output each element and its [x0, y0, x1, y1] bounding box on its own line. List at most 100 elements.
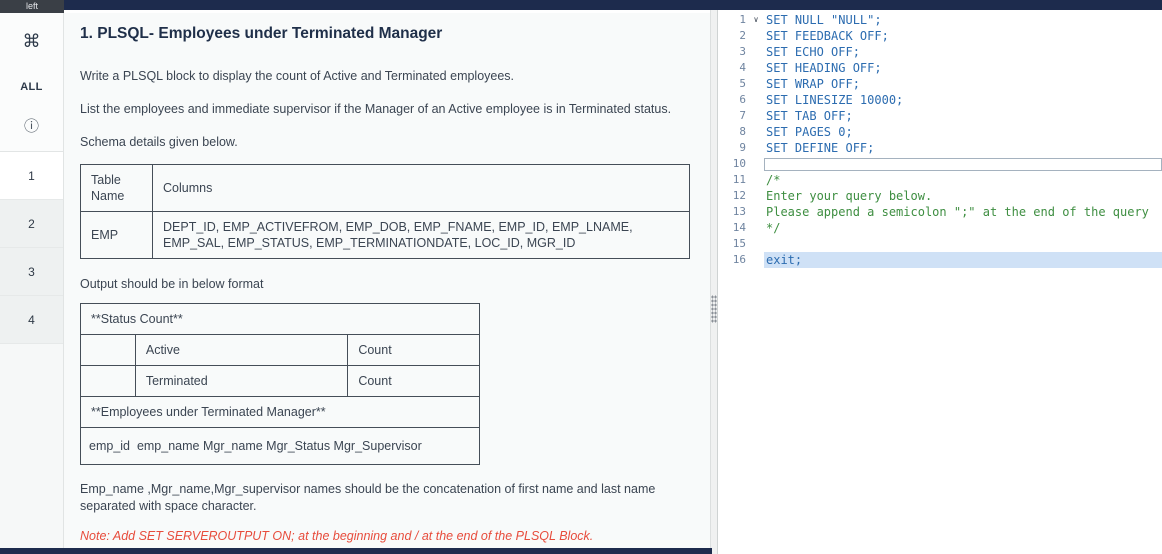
top-bar: [0, 0, 1162, 10]
sidebar-top: ⌘ ALL ⓘ: [0, 13, 63, 151]
output-format-table: **Status Count** Active Count Terminated…: [80, 303, 480, 465]
editor-line-11[interactable]: 11 /*: [718, 172, 1162, 188]
splitter-grip-icon[interactable]: [711, 295, 717, 323]
table-cell: EMP: [80, 211, 153, 259]
fold-gutter-spacer: [748, 60, 764, 76]
question-paragraph: Schema details given below.: [80, 135, 238, 149]
sidebar-item-all[interactable]: ALL: [0, 81, 63, 93]
table-cell: Active: [134, 334, 349, 366]
sidebar-item-2[interactable]: 2: [0, 200, 63, 248]
code-text: SET DEFINE OFF;: [766, 141, 875, 155]
editor-line-14[interactable]: 14 */: [718, 220, 1162, 236]
code-text: SET WRAP OFF;: [766, 77, 860, 91]
editor-line-12[interactable]: 12 Enter your query below.: [718, 188, 1162, 204]
editor-line-4[interactable]: 4 SET HEADING OFF;: [718, 60, 1162, 76]
fold-gutter-spacer: [748, 236, 764, 252]
editor-line-3[interactable]: 3 SET ECHO OFF;: [718, 44, 1162, 60]
fold-gutter-spacer: [748, 124, 764, 140]
code-text: SET FEEDBACK OFF;: [766, 29, 889, 43]
table-cell: Count: [347, 365, 480, 397]
editor-line-1[interactable]: 1 ∨ SET NULL "NULL";: [718, 12, 1162, 28]
code-editor[interactable]: 1 ∨ SET NULL "NULL"; 2 SET FEEDBACK OFF; 3 SET…: [718, 10, 1162, 554]
fold-gutter-spacer: [748, 108, 764, 124]
table-header-cell: Table Name: [80, 164, 153, 212]
table-cell: **Employees under Terminated Manager**: [80, 396, 480, 428]
table-cell: Terminated: [134, 365, 349, 397]
fold-gutter-spacer: [748, 252, 764, 268]
table-cell: emp_id emp_name Mgr_name Mgr_Status Mgr_…: [80, 427, 480, 465]
command-icon[interactable]: ⌘: [0, 31, 63, 51]
line-number: 6: [739, 93, 746, 106]
schema-table: Table Name Columns EMP DEPT_ID, EMP_ACTI…: [80, 164, 690, 259]
output-format-intro: Output should be in below format: [80, 277, 264, 291]
editor-line-16[interactable]: 16 exit;: [718, 252, 1162, 268]
question-paragraph: Write a PLSQL block to display the count…: [80, 69, 515, 83]
fold-gutter-spacer: [748, 140, 764, 156]
table-row: Active Count: [80, 334, 480, 366]
editor-line-15[interactable]: 15: [718, 236, 1162, 252]
line-number: 4: [739, 61, 746, 74]
line-number: 3: [739, 45, 746, 58]
line-number: 14: [732, 221, 746, 234]
code-text: exit;: [764, 252, 1162, 268]
fold-gutter-spacer: [748, 76, 764, 92]
table-cell: DEPT_ID, EMP_ACTIVEFROM, EMP_DOB, EMP_FN…: [152, 211, 690, 259]
table-cell: [80, 334, 136, 366]
sidebar-items: 1234: [0, 151, 63, 344]
editor-lines: 1 ∨ SET NULL "NULL"; 2 SET FEEDBACK OFF; 3 SET…: [718, 12, 1162, 268]
fold-gutter-spacer: [748, 156, 764, 172]
line-number: 15: [732, 237, 746, 250]
fold-gutter-spacer: [748, 28, 764, 44]
bottom-bar: [0, 548, 712, 554]
code-text: SET HEADING OFF;: [766, 61, 882, 75]
sidebar-item-1[interactable]: 1: [0, 152, 63, 200]
line-number: 16: [732, 253, 746, 266]
code-text: [764, 157, 1162, 171]
sidebar-item-3[interactable]: 3: [0, 248, 63, 296]
line-number: 8: [739, 125, 746, 138]
editor-line-10[interactable]: 10: [718, 156, 1162, 172]
editor-line-9[interactable]: 9 SET DEFINE OFF;: [718, 140, 1162, 156]
table-row: emp_id emp_name Mgr_name Mgr_Status Mgr_…: [80, 427, 480, 465]
table-header-cell: Columns: [152, 164, 690, 212]
table-row: EMP DEPT_ID, EMP_ACTIVEFROM, EMP_DOB, EM…: [80, 211, 690, 259]
editor-line-7[interactable]: 7 SET TAB OFF;: [718, 108, 1162, 124]
editor-line-5[interactable]: 5 SET WRAP OFF;: [718, 76, 1162, 92]
code-text: SET LINESIZE 10000;: [766, 93, 904, 107]
code-text: SET NULL "NULL";: [766, 13, 882, 27]
question-title: 1. PLSQL- Employees under Terminated Man…: [80, 25, 443, 42]
table-cell: [80, 365, 136, 397]
info-icon[interactable]: ⓘ: [0, 119, 63, 135]
code-text: */: [766, 221, 781, 235]
editor-line-13[interactable]: 13 Please append a semicolon ";" at the e…: [718, 204, 1162, 220]
panel-splitter[interactable]: [710, 10, 718, 554]
line-number: 7: [739, 109, 746, 122]
line-number: 9: [739, 141, 746, 154]
code-text: SET PAGES 0;: [766, 125, 853, 139]
table-row: **Status Count**: [80, 303, 480, 335]
sidebar-item-4[interactable]: 4: [0, 296, 63, 344]
editor-line-6[interactable]: 6 SET LINESIZE 10000;: [718, 92, 1162, 108]
fold-gutter-spacer: [748, 44, 764, 60]
code-text: Enter your query below.: [766, 189, 933, 203]
table-cell: Count: [347, 334, 480, 366]
line-number: 10: [732, 157, 746, 170]
editor-line-8[interactable]: 8 SET PAGES 0;: [718, 124, 1162, 140]
sidebar: ⌘ ALL ⓘ 1234: [0, 13, 64, 548]
line-number: 13: [732, 205, 746, 218]
fold-gutter-spacer: [748, 188, 764, 204]
question-panel: 1. PLSQL- Employees under Terminated Man…: [64, 13, 710, 548]
editor-line-2[interactable]: 2 SET FEEDBACK OFF;: [718, 28, 1162, 44]
line-number: 5: [739, 77, 746, 90]
serveroutput-note: Note: Add SET SERVEROUTPUT ON; at the be…: [80, 529, 594, 543]
table-row: **Employees under Terminated Manager**: [80, 396, 480, 428]
line-number: 1: [739, 13, 746, 26]
left-panel-tab[interactable]: left: [0, 0, 64, 13]
fold-gutter-spacer: [748, 220, 764, 236]
table-row: Table Name Columns: [80, 164, 690, 212]
fold-arrow-icon[interactable]: ∨: [748, 12, 764, 28]
code-text: Please append a semicolon ";" at the end…: [766, 205, 1149, 219]
question-paragraph: List the employees and immediate supervi…: [80, 102, 672, 116]
table-row: Terminated Count: [80, 365, 480, 397]
table-cell: **Status Count**: [80, 303, 480, 335]
